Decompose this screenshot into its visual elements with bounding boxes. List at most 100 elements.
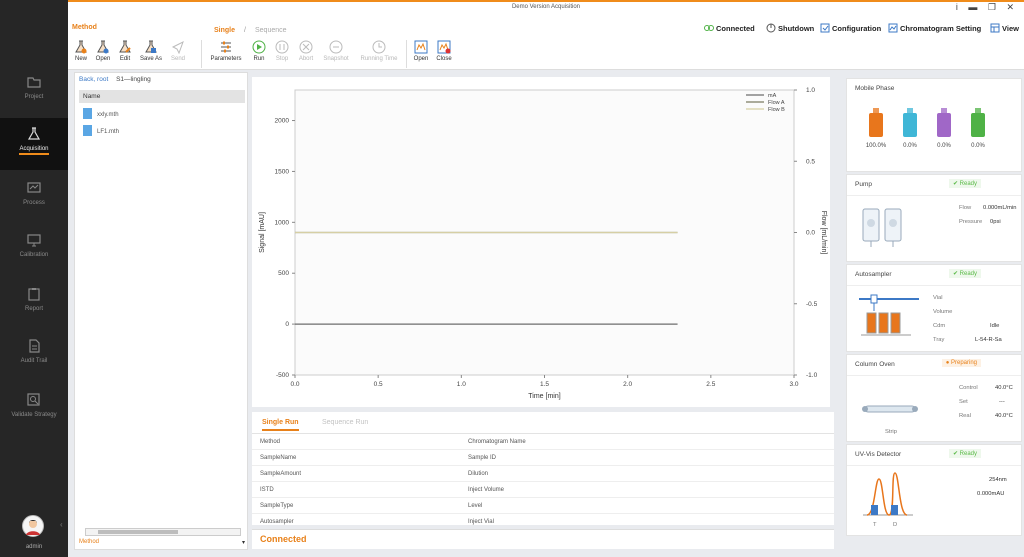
new-flask-icon — [75, 40, 87, 54]
running-time-button[interactable]: Running Time — [356, 40, 402, 62]
run-button[interactable]: Run — [248, 40, 270, 62]
file-icon — [83, 125, 92, 136]
detector-status-badge: ✔ Ready — [948, 449, 981, 458]
left-nav: Project Acquisition Process Calibration … — [0, 0, 68, 557]
configuration-link[interactable]: Configuration — [820, 23, 881, 33]
cdm-label: Cdm — [933, 323, 946, 329]
run-info-row: SampleType Level — [252, 498, 834, 514]
run-label: Run — [253, 56, 265, 62]
view-link[interactable]: View — [990, 23, 1019, 33]
configuration-label: Configuration — [832, 24, 882, 33]
edit-method-button[interactable]: Edit — [114, 40, 136, 62]
chromatogram-chart[interactable]: 0.0 0.5 1.0 1.5 2.0 2.5 3.0 -500 0 500 1000 1500 200… — [252, 77, 830, 407]
pump-status-text: Ready — [959, 181, 977, 187]
nav-project[interactable]: Project — [0, 66, 68, 118]
field-label: Autosampler — [260, 519, 294, 525]
nav-acquisition[interactable]: Acquisition — [0, 118, 68, 170]
field-label: Sample ID — [468, 455, 497, 461]
file-name: LF1.mth — [97, 129, 120, 135]
scrollbar-thumb[interactable] — [98, 530, 178, 534]
run-info-panel: Single Run Sequence Run Method Chromatogr… — [252, 412, 834, 525]
file-item[interactable]: xxly.mth — [83, 108, 119, 119]
y2-tick-label: 0.0 — [806, 230, 815, 237]
run-info-row: SampleName Sample ID — [252, 450, 834, 466]
lamp-d-label: D — [893, 522, 898, 528]
file-icon — [83, 108, 92, 119]
x-tick-label: 1.5 — [540, 381, 549, 388]
nav-validate-strategy[interactable]: Validate Strategy — [0, 384, 68, 436]
open-method-button[interactable]: Open — [92, 40, 114, 62]
shutdown-link[interactable]: Shutdown — [766, 23, 814, 33]
connected-link[interactable]: Connected — [704, 23, 755, 33]
column-icon — [862, 405, 918, 413]
horizontal-scrollbar[interactable] — [85, 528, 241, 536]
oven-control-value: 40.0°C — [995, 385, 1013, 391]
y-tick-label: -500 — [276, 372, 289, 379]
vial-label: Vial — [933, 295, 943, 301]
document-icon — [29, 339, 40, 353]
send-label: Send — [170, 56, 185, 62]
autosampler-card: Autosampler ✔ Ready Vial Volume Cdm Idle… — [846, 264, 1022, 352]
run-info-row: Autosampler Inject Vial — [252, 514, 834, 530]
bottle-a-icon — [869, 108, 883, 137]
nav-process[interactable]: Process — [0, 172, 68, 224]
avatar[interactable] — [22, 515, 44, 537]
parameters-button[interactable]: Parameters — [208, 40, 244, 62]
autosampler-status-text: Ready — [959, 271, 977, 277]
stop-button[interactable]: Stop — [271, 40, 293, 62]
chevron-down-icon[interactable]: ▾ — [242, 539, 245, 546]
field-label: Level — [468, 503, 483, 509]
column-oven-status-text: Preparing — [950, 360, 977, 366]
mode-sequence-tab[interactable]: Sequence — [255, 27, 287, 34]
parameters-label: Parameters — [210, 56, 242, 62]
nav-audit-trail[interactable]: Audit Trail — [0, 330, 68, 382]
name-column-header[interactable]: Name — [79, 90, 245, 103]
new-method-button[interactable]: New — [70, 40, 92, 62]
chromatogram-panel: 0.0 0.5 1.0 1.5 2.0 2.5 3.0 -500 0 500 1000 1500 200… — [252, 77, 830, 407]
nav-calibration[interactable]: Calibration — [0, 224, 68, 276]
connected-label: Connected — [716, 24, 755, 33]
bottle-c-percent: 0.0% — [937, 143, 951, 149]
chromatogram-open-icon — [414, 40, 428, 54]
snapshot-icon — [329, 40, 343, 54]
y2-tick-label: 1.0 — [806, 87, 815, 94]
file-item[interactable]: LF1.mth — [83, 125, 119, 136]
collapse-nav-icon[interactable]: ‹ — [60, 520, 63, 529]
edit-label: Edit — [119, 56, 131, 62]
window-controls[interactable]: i ▬ ❐ ✕ — [956, 2, 1018, 13]
file-close-button[interactable]: Close — [433, 40, 455, 62]
breadcrumb-current: S1—lingling — [116, 76, 151, 83]
method-file-panel: Back, root S1—lingling Name xxly.mth LF1… — [74, 72, 248, 550]
nav-report[interactable]: Report — [0, 278, 68, 330]
field-label: SampleName — [260, 455, 297, 461]
pump-title: Pump — [855, 181, 872, 188]
uv-vis-detector-card: UV-Vis Detector ✔ Ready T D 254nm 0.000m… — [846, 444, 1022, 536]
nav-validate-strategy-label: Validate Strategy — [11, 412, 57, 418]
snapshot-button[interactable]: Snapshot — [318, 40, 354, 62]
toolbar: Method Single / Sequence New Open Edit S… — [68, 14, 1024, 70]
file-type-selector[interactable]: Method ▾ — [79, 539, 245, 549]
chart-settings-icon — [888, 23, 898, 33]
mode-single-tab[interactable]: Single — [214, 27, 235, 34]
x-tick-label: 2.0 — [623, 381, 632, 388]
file-open-button[interactable]: Open — [410, 40, 432, 62]
save-as-button[interactable]: Save As — [138, 40, 164, 62]
pump-flow-label: Flow — [959, 205, 972, 211]
tab-single-run[interactable]: Single Run — [262, 419, 299, 431]
bottle-d-percent: 0.0% — [971, 143, 985, 149]
edit-flask-icon — [119, 40, 131, 53]
abort-button[interactable]: Abort — [295, 40, 317, 62]
chromatogram-close-icon — [437, 40, 451, 54]
legend-label: mA — [768, 93, 777, 99]
breadcrumb-back-link[interactable]: Back, root — [79, 76, 108, 83]
detector-title: UV-Vis Detector — [855, 451, 902, 458]
process-icon — [27, 182, 41, 193]
status-bar: Connected — [252, 529, 834, 549]
send-button[interactable]: Send — [166, 40, 190, 62]
field-label: Method — [260, 439, 281, 445]
tab-sequence-run[interactable]: Sequence Run — [322, 419, 368, 426]
nav-project-label: Project — [24, 94, 44, 100]
file-open-label: Open — [413, 56, 429, 62]
running-time-label: Running Time — [360, 56, 398, 62]
chromatogram-setting-link[interactable]: Chromatogram Setting — [888, 23, 981, 33]
